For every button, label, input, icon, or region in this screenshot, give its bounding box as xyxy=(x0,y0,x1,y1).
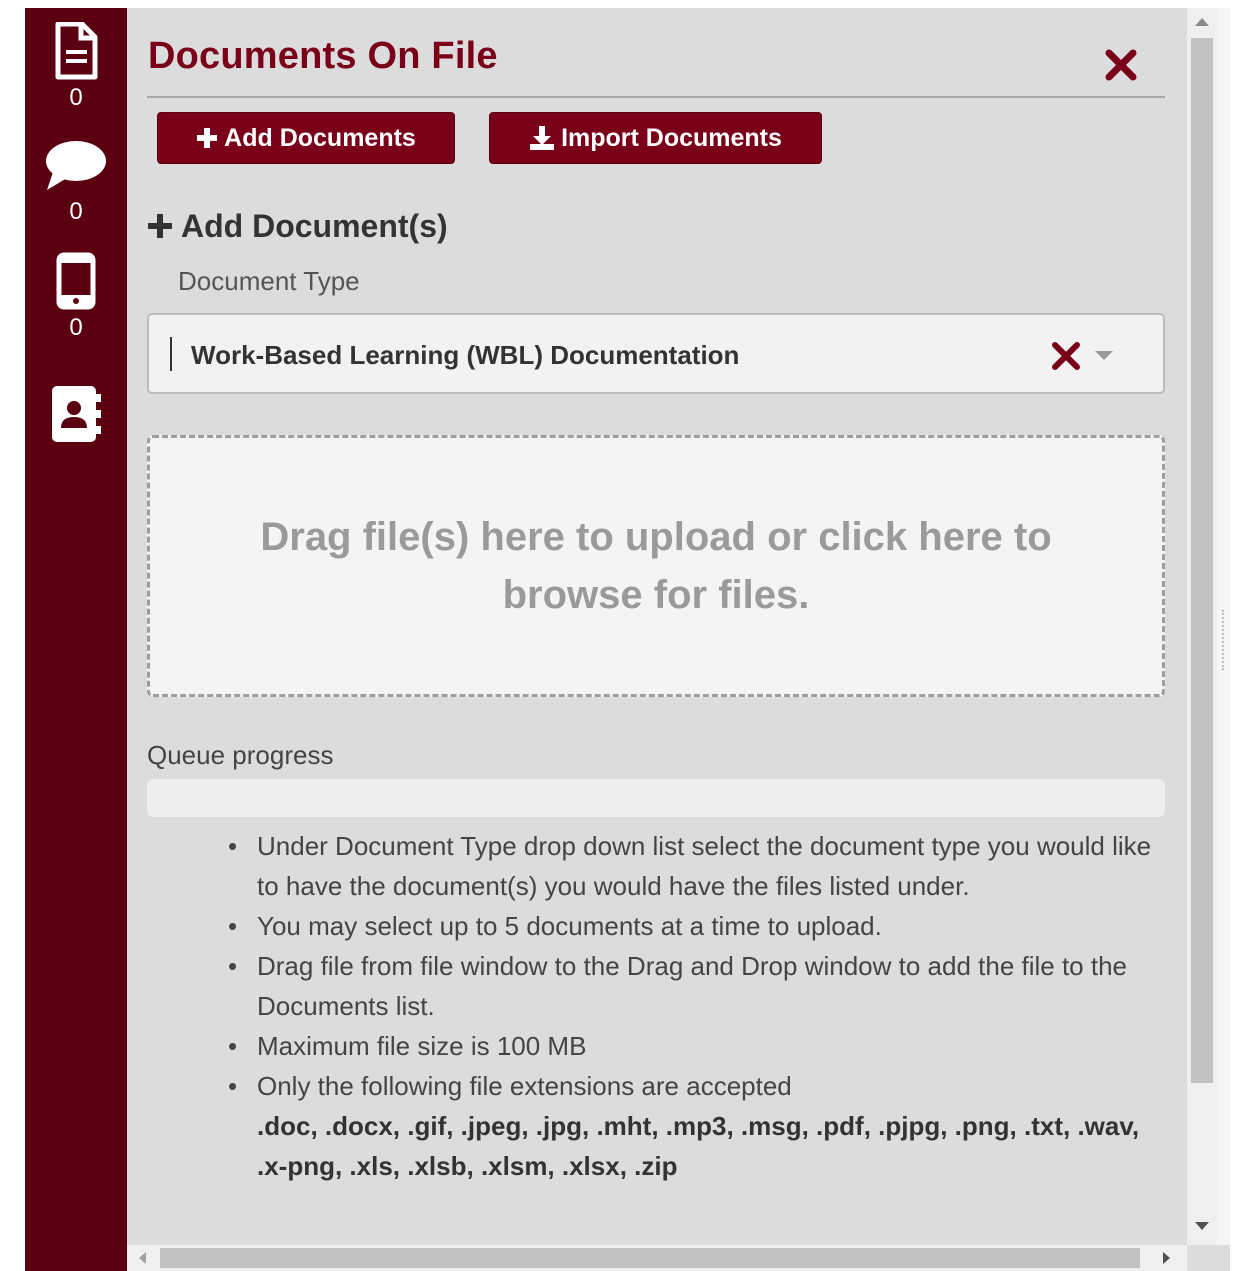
document-type-label: Document Type xyxy=(178,266,360,296)
horizontal-scrollbar[interactable] xyxy=(127,1245,1187,1271)
scroll-left-arrow-icon[interactable] xyxy=(139,1252,146,1264)
sidebar-item-contacts[interactable] xyxy=(25,384,127,444)
messages-count: 0 xyxy=(69,198,83,225)
scroll-down-arrow-icon[interactable] xyxy=(1195,1222,1209,1230)
import-documents-button[interactable]: Import Documents xyxy=(489,112,822,164)
document-type-select[interactable]: Work-Based Learning (WBL) Documentation xyxy=(147,313,1165,394)
text-cursor xyxy=(170,337,172,371)
title-divider xyxy=(147,96,1165,98)
plus-icon xyxy=(148,214,172,238)
clear-selection-icon[interactable] xyxy=(1049,339,1083,373)
sidebar-item-documents[interactable]: 0 xyxy=(25,22,127,110)
download-icon xyxy=(530,126,555,150)
accepted-extensions: .doc, .docx, .gif, .jpeg, .jpg, .mht, .m… xyxy=(257,1111,1140,1181)
extensions-intro: Only the following file extensions are a… xyxy=(257,1071,792,1101)
list-item: Only the following file extensions are a… xyxy=(223,1066,1153,1186)
queue-progress-label: Queue progress xyxy=(147,740,334,770)
sidebar: 0 0 0 xyxy=(25,8,127,1271)
vertical-scroll-thumb[interactable] xyxy=(1191,38,1213,1083)
documents-count: 0 xyxy=(69,84,83,111)
mobile-phone-icon xyxy=(56,252,96,310)
queue-progress-bar xyxy=(147,779,1165,817)
file-dropzone[interactable]: Drag file(s) here to upload or click her… xyxy=(147,435,1165,697)
instructions-list: Under Document Type drop down list selec… xyxy=(223,826,1153,1186)
list-item: You may select up to 5 documents at a ti… xyxy=(223,906,1153,946)
list-item: Drag file from file window to the Drag a… xyxy=(223,946,1153,1026)
contact-book-icon xyxy=(52,386,101,442)
chevron-down-icon[interactable] xyxy=(1095,351,1113,360)
add-documents-heading-text: Add Document(s) xyxy=(181,208,448,244)
documents-panel: Documents On File Add Documents Import D… xyxy=(127,8,1187,1245)
page-title: Documents On File xyxy=(148,35,498,77)
chat-bubble-icon xyxy=(46,141,106,190)
add-documents-label: Add Documents xyxy=(224,124,416,152)
vertical-scrollbar[interactable] xyxy=(1187,8,1217,1245)
sidebar-item-messages[interactable]: 0 xyxy=(25,140,127,224)
resize-grip[interactable] xyxy=(1222,610,1226,670)
horizontal-scroll-thumb[interactable] xyxy=(160,1248,1140,1268)
close-icon[interactable] xyxy=(1104,48,1138,82)
list-item: Maximum file size is 100 MB xyxy=(223,1026,1153,1066)
scrollbar-corner xyxy=(1187,1245,1230,1271)
list-item: Under Document Type drop down list selec… xyxy=(223,826,1153,906)
dropzone-text: Drag file(s) here to upload or click her… xyxy=(260,515,1052,617)
sidebar-item-sms[interactable]: 0 xyxy=(25,252,127,340)
scroll-up-arrow-icon[interactable] xyxy=(1195,18,1209,26)
add-documents-button[interactable]: Add Documents xyxy=(157,112,455,164)
document-type-value: Work-Based Learning (WBL) Documentation xyxy=(191,340,740,370)
import-documents-label: Import Documents xyxy=(561,124,782,152)
sms-count: 0 xyxy=(69,314,83,341)
document-icon xyxy=(55,22,98,80)
plus-icon xyxy=(197,128,218,148)
add-documents-heading: Add Document(s) xyxy=(147,206,448,246)
scroll-right-arrow-icon[interactable] xyxy=(1163,1252,1170,1264)
